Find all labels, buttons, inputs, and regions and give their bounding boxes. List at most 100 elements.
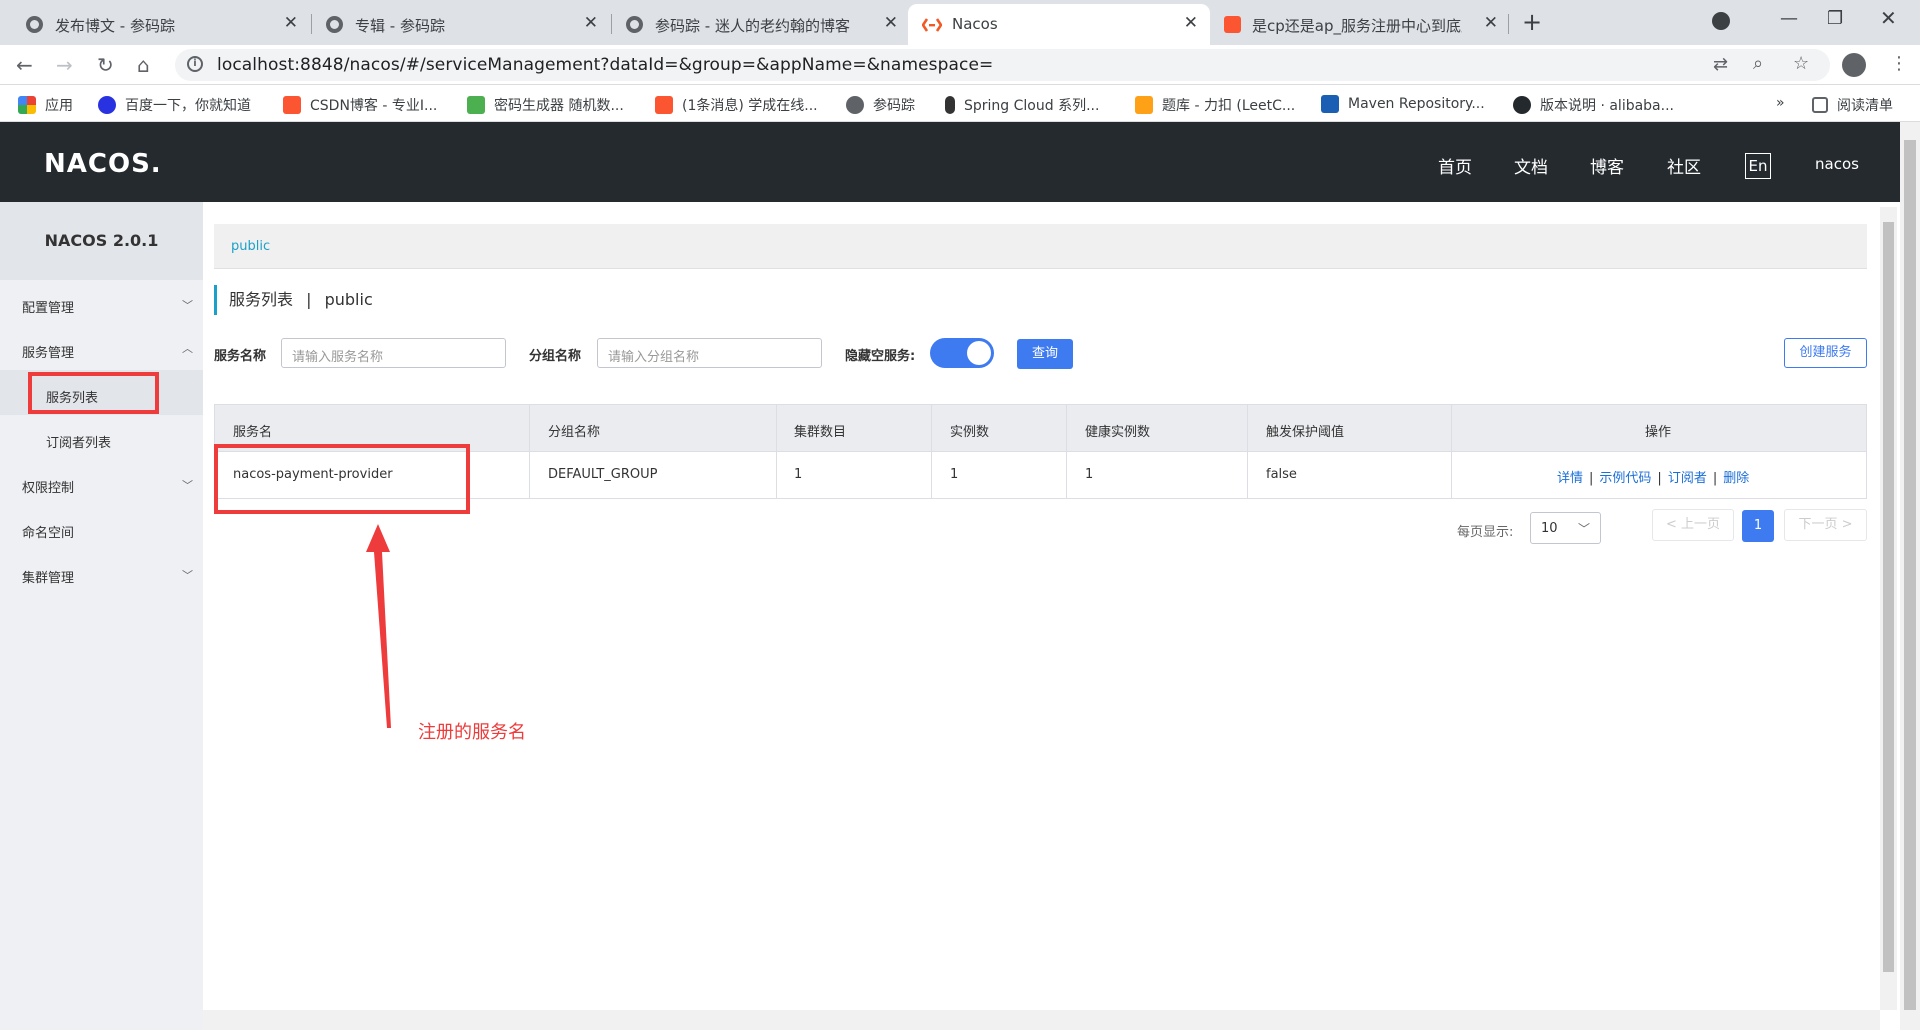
bookmark-label: Spring Cloud 系列... (964, 98, 1100, 114)
apps-grid-icon (18, 96, 36, 114)
sidebar-item-subscribers[interactable]: 订阅者列表 (46, 432, 111, 451)
subscribers-link[interactable]: 订阅者 (1668, 471, 1707, 486)
language-toggle-button[interactable]: En (1745, 153, 1771, 179)
close-icon[interactable]: ✕ (884, 13, 898, 33)
url-field[interactable]: i localhost:8848/nacos/#/serviceManageme… (175, 49, 1830, 81)
bookmark-star-icon[interactable]: ☆ (1793, 53, 1809, 74)
page-size-select[interactable]: 10 ﹀ (1530, 512, 1601, 544)
column-divider (1247, 405, 1248, 498)
detail-link[interactable]: 详情 (1557, 471, 1583, 486)
profile-avatar[interactable] (1842, 53, 1866, 77)
browser-tab[interactable]: 专辑 - 参码踪 ✕ (300, 4, 610, 45)
sidebar-item-service[interactable]: 服务管理 (22, 342, 74, 361)
current-page-button[interactable]: 1 (1742, 510, 1774, 542)
tab-title: 专辑 - 参码踪 (355, 17, 445, 35)
group-name-label: 分组名称 (529, 349, 582, 364)
tab-separator (1508, 14, 1509, 34)
group-name-input[interactable]: 请输入分组名称 (597, 338, 822, 368)
site-info-icon[interactable]: i (187, 56, 203, 72)
csdn-icon (1224, 16, 1241, 33)
reading-list-button[interactable]: 阅读清单 (1812, 95, 1893, 115)
sidebar: NACOS 2.0.1 (0, 202, 203, 1030)
prev-page-button[interactable]: < 上一页 (1652, 509, 1734, 541)
instances-cell: 1 (950, 467, 959, 482)
annotation-highlight-box (28, 372, 159, 414)
query-button[interactable]: 查询 (1017, 339, 1073, 369)
bookmark-item[interactable]: (1条消息) 学成在线... (655, 95, 818, 115)
globe-icon (326, 16, 343, 33)
user-menu[interactable]: nacos (1815, 155, 1859, 173)
scrollbar-thumb[interactable] (1883, 222, 1894, 972)
annotation-highlight-box (214, 444, 470, 514)
sidebar-item-namespace[interactable]: 命名空间 (22, 522, 74, 541)
close-icon[interactable]: ✕ (584, 13, 598, 33)
minimize-icon[interactable]: — (1780, 8, 1798, 29)
bookmark-item[interactable]: 百度一下，你就知道 (98, 95, 251, 115)
maven-icon (1321, 95, 1339, 113)
sidebar-item-config[interactable]: 配置管理 (22, 297, 74, 316)
nacos-logo[interactable]: NACOS. (44, 149, 162, 179)
main-content (203, 202, 1900, 1010)
next-page-button[interactable]: 下一页 > (1784, 509, 1867, 541)
content-scrollbar[interactable] (1880, 207, 1897, 1010)
bookmark-item[interactable]: 密码生成器 随机数... (467, 95, 624, 115)
create-service-button[interactable]: 创建服务 (1784, 338, 1867, 368)
service-name-label: 服务名称 (214, 349, 267, 364)
close-icon[interactable]: ✕ (1184, 13, 1198, 33)
chevron-down-icon[interactable]: ﹀ (182, 477, 193, 493)
horizontal-scrollbar[interactable] (203, 1010, 1880, 1030)
chevron-down-icon[interactable]: ﹀ (182, 297, 193, 313)
bookmarks-overflow-button[interactable]: » (1776, 95, 1785, 111)
forward-icon[interactable]: → (56, 53, 73, 77)
translate-icon[interactable]: ⇄ (1713, 54, 1728, 75)
bookmark-label: Maven Repository... (1348, 96, 1485, 112)
sample-code-link[interactable]: 示例代码 (1599, 471, 1651, 486)
browser-tab[interactable]: 参码踪 - 迷人的老约翰的博客 ✕ (600, 4, 910, 45)
bookmark-item[interactable]: Maven Repository... (1321, 95, 1485, 113)
op-separator: | (1589, 471, 1594, 486)
tab-search-icon[interactable] (1712, 12, 1730, 30)
home-icon[interactable]: ⌂ (137, 53, 150, 77)
bookmark-item[interactable]: 参码踪 (846, 95, 915, 115)
page-title-separator: | (306, 290, 312, 309)
bookmark-item[interactable]: 题库 - 力扣 (LeetC... (1135, 95, 1295, 115)
scrollbar-thumb[interactable] (1904, 140, 1916, 1010)
browser-tab-active[interactable]: Nacos ✕ (908, 4, 1210, 45)
chevron-down-icon: ﹀ (1577, 522, 1590, 536)
reload-icon[interactable]: ↻ (97, 53, 114, 77)
service-name-input[interactable]: 请输入服务名称 (281, 338, 506, 368)
bookmark-item[interactable]: CSDN博客 - 专业I... (283, 95, 437, 115)
hide-empty-toggle[interactable] (930, 338, 994, 368)
window-close-icon[interactable]: ✕ (1880, 6, 1897, 30)
delete-link[interactable]: 删除 (1723, 471, 1749, 486)
back-icon[interactable]: ← (16, 53, 33, 77)
page-scrollbar[interactable] (1900, 122, 1920, 1030)
sidebar-item-cluster[interactable]: 集群管理 (22, 567, 74, 586)
chevron-up-icon[interactable]: ︿ (182, 340, 193, 356)
browser-tab[interactable]: 是cp还是ap_服务注册中心到底应该... ✕ (1210, 4, 1510, 45)
nav-blog[interactable]: 博客 (1590, 153, 1624, 178)
close-icon[interactable]: ✕ (284, 13, 298, 33)
column-header: 健康实例数 (1085, 425, 1151, 440)
zoom-icon[interactable]: ⌕ (1753, 53, 1763, 74)
namespace-link[interactable]: public (231, 239, 270, 254)
sidebar-item-auth[interactable]: 权限控制 (22, 477, 74, 496)
address-bar: ← → ↻ ⌂ i localhost:8848/nacos/#/service… (0, 45, 1920, 85)
nav-docs[interactable]: 文档 (1514, 153, 1548, 178)
chevron-down-icon[interactable]: ﹀ (182, 567, 193, 583)
nav-home[interactable]: 首页 (1438, 153, 1472, 178)
bookmark-item[interactable]: Spring Cloud 系列... (945, 95, 1099, 115)
column-header: 操作 (1645, 425, 1672, 440)
bookmark-item[interactable]: 版本说明 · alibaba... (1513, 95, 1674, 115)
nav-community[interactable]: 社区 (1667, 153, 1701, 178)
close-icon[interactable]: ✕ (1484, 13, 1498, 33)
spring-leaf-icon (945, 96, 955, 114)
nacos-favicon-icon (922, 18, 942, 32)
browser-tab[interactable]: 发布博文 - 参码踪 ✕ (0, 4, 310, 45)
restore-icon[interactable]: ❐ (1827, 8, 1843, 29)
new-tab-icon[interactable]: + (1522, 8, 1542, 36)
globe-icon (846, 96, 864, 114)
bookmark-apps[interactable]: 应用 (18, 95, 73, 115)
menu-dots-icon[interactable]: ⋮ (1890, 53, 1908, 74)
browser-tab-bar: 发布博文 - 参码踪 ✕ 专辑 - 参码踪 ✕ 参码踪 - 迷人的老约翰的博客 … (0, 0, 1920, 45)
